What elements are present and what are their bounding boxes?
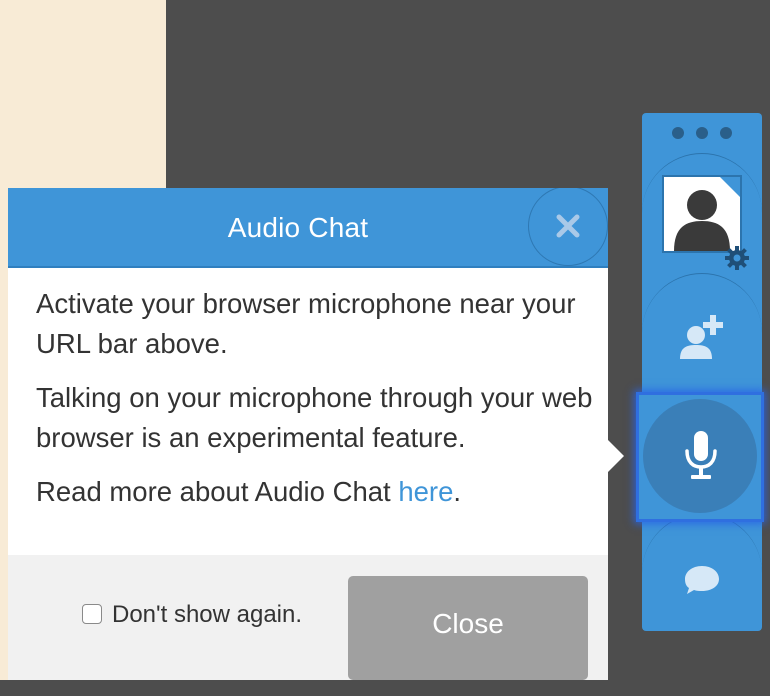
- dialog-pointer-arrow: [608, 440, 624, 472]
- more-dots-icon[interactable]: [672, 127, 732, 139]
- avatar-corner-fold: [719, 177, 740, 198]
- user-avatar[interactable]: [662, 175, 742, 253]
- settings-gear-icon[interactable]: [724, 245, 750, 271]
- dot: [720, 127, 732, 139]
- add-user-icon[interactable]: [678, 309, 730, 361]
- microphone-button-circle: [643, 399, 757, 513]
- dialog-paragraph-experimental: Talking on your microphone through your …: [36, 382, 593, 453]
- read-more-text: Read more about Audio Chat: [36, 476, 399, 507]
- microphone-icon: [685, 431, 717, 479]
- dot: [696, 127, 708, 139]
- read-more-period: .: [453, 476, 462, 507]
- chat-bubble-icon[interactable]: [682, 563, 722, 597]
- dialog-paragraph-read-more: Read more about Audio Chat here.: [36, 472, 596, 512]
- dialog-body: Activate your browser microphone near yo…: [36, 284, 596, 526]
- dot: [672, 127, 684, 139]
- dialog-paragraph-activate: Activate your browser microphone near yo…: [36, 288, 576, 359]
- close-icon: [556, 214, 580, 238]
- close-button[interactable]: Close: [348, 576, 588, 680]
- side-toolbar: [642, 113, 762, 631]
- close-button-label: Close: [432, 608, 504, 639]
- dont-show-again-label[interactable]: Don't show again.: [112, 599, 302, 631]
- microphone-button[interactable]: [636, 392, 764, 522]
- dialog-close-button[interactable]: [528, 188, 608, 266]
- read-more-link[interactable]: here: [398, 476, 453, 507]
- dialog-header: Audio Chat: [8, 188, 608, 268]
- dont-show-again-checkbox[interactable]: [82, 604, 102, 624]
- dialog-title: Audio Chat: [227, 212, 369, 243]
